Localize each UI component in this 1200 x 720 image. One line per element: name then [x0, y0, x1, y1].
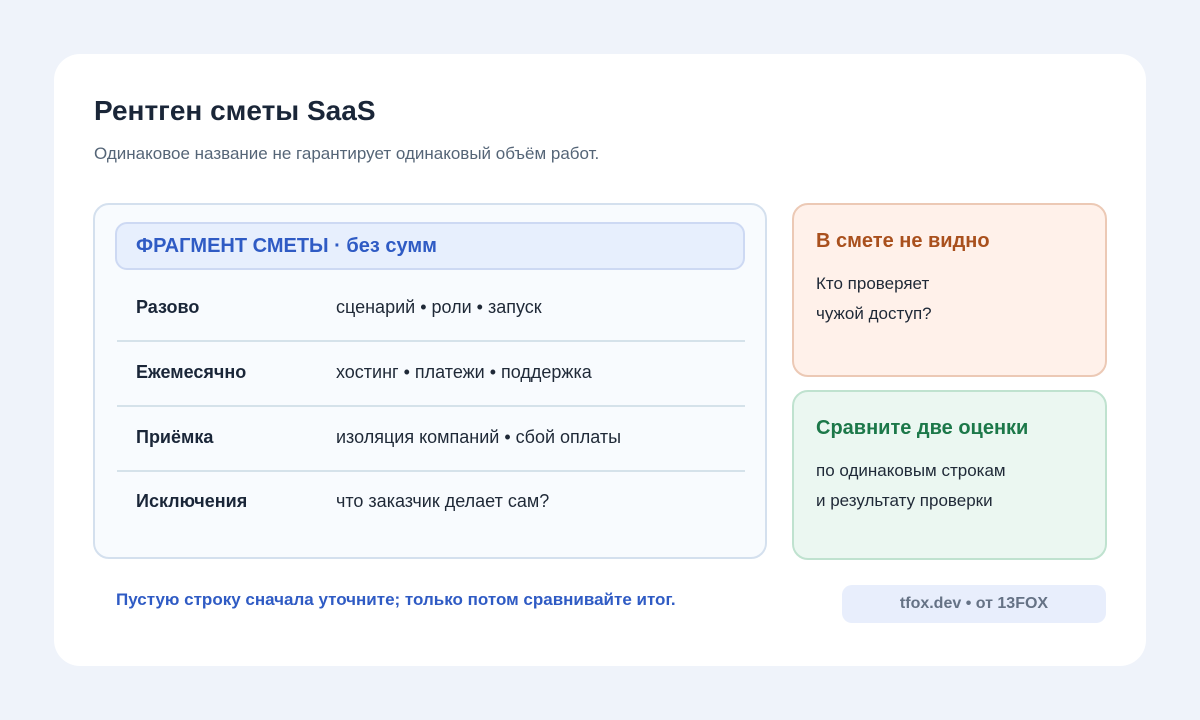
row-value: хостинг • платежи • поддержка [336, 362, 592, 382]
row-value: что заказчик делает сам? [336, 491, 550, 511]
estimate-row-acceptance: Приёмка изоляция компаний • сбой оплаты [117, 406, 745, 472]
hidden-in-estimate-note: В смете не видно Кто проверяет чужой дос… [792, 203, 1107, 377]
warning-note-line: Кто проверяет [816, 274, 930, 293]
compare-estimates-note: Сравните две оценки по одинаковым строка… [792, 390, 1107, 560]
row-label: Ежемесячно [136, 362, 247, 382]
page-subtitle: Одинаковое название не гарантирует одина… [94, 144, 600, 163]
row-label: Приёмка [136, 427, 214, 447]
compare-note-line: и результату проверки [816, 491, 993, 510]
content-card: Рентген сметы SaaS Одинаковое название н… [54, 54, 1146, 666]
compare-note-line: по одинаковым строкам [816, 461, 1006, 480]
estimate-row-exclusions: Исключения что заказчик делает сам? [117, 470, 745, 534]
estimate-header-label: ФРАГМЕНТ СМЕТЫ · без сумм [136, 235, 437, 257]
brand-badge: tfox.dev • от 13FOX [842, 585, 1106, 623]
row-value: сценарий • роли • запуск [336, 297, 542, 317]
page-title: Рентген сметы SaaS [94, 95, 376, 126]
warning-note-title: В смете не видно [816, 230, 990, 252]
warning-note-line: чужой доступ? [816, 304, 932, 323]
estimate-header: ФРАГМЕНТ СМЕТЫ · без сумм [115, 222, 745, 270]
compare-note-title: Сравните две оценки [816, 417, 1029, 439]
row-label: Разово [136, 297, 200, 317]
row-label: Исключения [136, 491, 248, 511]
estimate-row-monthly: Ежемесячно хостинг • платежи • поддержка [117, 341, 745, 407]
row-value: изоляция компаний • сбой оплаты [336, 427, 622, 447]
footer-hint: Пустую строку сначала уточните; только п… [116, 590, 676, 609]
compare-note-text: по одинаковым строкам и результату прове… [816, 456, 1006, 516]
warning-note-text: Кто проверяет чужой доступ? [816, 269, 932, 329]
estimate-row-one-time: Разово сценарий • роли • запуск [117, 276, 745, 342]
estimate-fragment-panel: ФРАГМЕНТ СМЕТЫ · без сумм Разово сценари… [93, 203, 767, 559]
